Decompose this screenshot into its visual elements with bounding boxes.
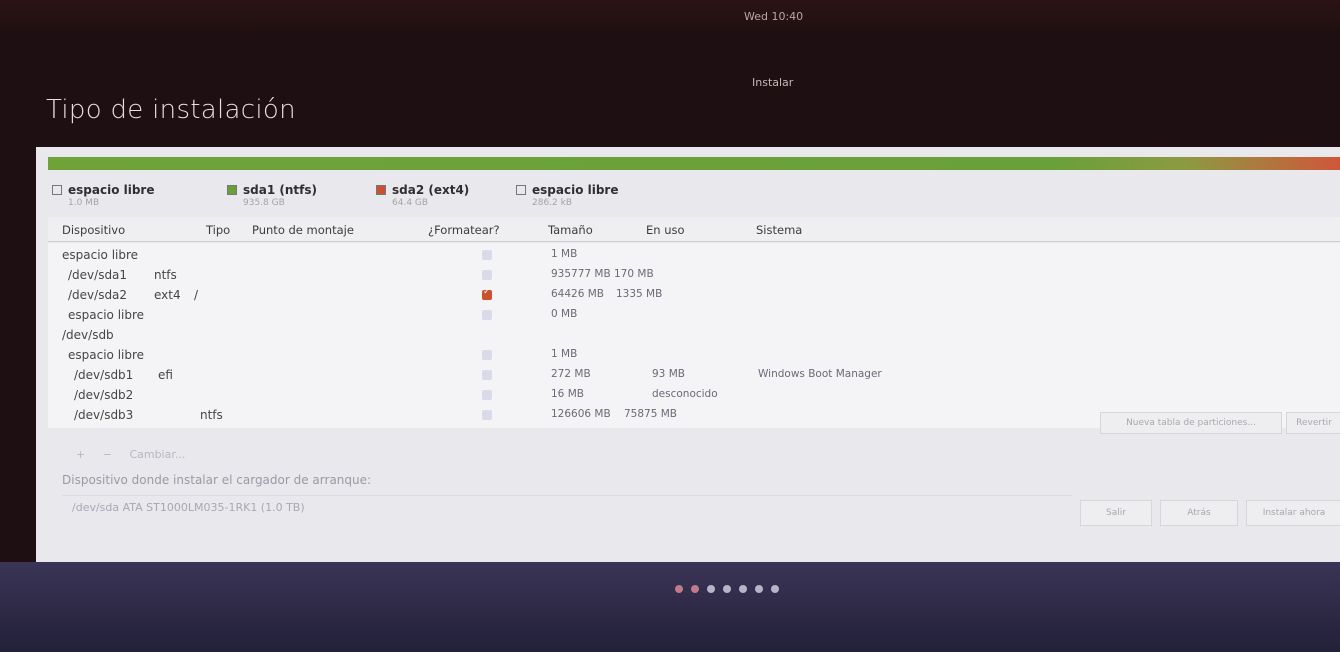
cell-device: /dev/sdb1 — [74, 368, 134, 382]
legend-swatch — [516, 185, 526, 195]
cell-device: /dev/sda1 — [68, 268, 128, 282]
cell-used: 1335 MB — [616, 288, 663, 300]
partition-actions: + − Cambiar... — [76, 448, 199, 461]
cell-device: espacio libre — [62, 248, 139, 262]
revert-button[interactable]: Revertir — [1286, 412, 1340, 434]
legend-name: sda2 (ext4) — [392, 183, 470, 197]
table-row[interactable]: espacio libre 0 MB — [48, 305, 1340, 325]
legend-size: 935.8 GB — [243, 198, 285, 208]
window-title: Instalar — [752, 76, 794, 89]
table-row[interactable]: /dev/sda1 ntfs 935777 MB 170 MB — [48, 265, 1340, 285]
quit-button[interactable]: Salir — [1080, 500, 1152, 526]
clock[interactable]: Wed 10:40 — [744, 10, 803, 23]
top-bar: Wed 10:40 — [0, 0, 1340, 30]
cell-size: 126606 MB — [551, 408, 611, 420]
cell-size: 1 MB — [551, 248, 578, 260]
legend-swatch — [227, 185, 237, 195]
cell-type: ext4 — [154, 288, 181, 302]
table-row[interactable]: /dev/sdb — [48, 325, 1340, 345]
format-checkbox[interactable] — [482, 410, 492, 420]
table-row[interactable]: /dev/sdb2 16 MB desconocido — [48, 385, 1340, 405]
table-row[interactable]: /dev/sda2 ext4 / 64426 MB 1335 MB — [48, 285, 1340, 305]
legend-name: espacio libre — [532, 183, 619, 197]
progress-dot — [707, 585, 715, 593]
cell-used: 75875 MB — [624, 408, 678, 420]
cell-size: 272 MB — [551, 368, 591, 380]
cell-size: 64426 MB — [551, 288, 605, 300]
legend-size: 286.2 kB — [532, 198, 573, 208]
legend-swatch — [376, 185, 386, 195]
new-partition-table-button[interactable]: Nueva tabla de particiones... — [1100, 412, 1282, 434]
installer-panel: espacio libre 1.0 MB sda1 (ntfs) 935.8 G… — [36, 147, 1340, 585]
cell-type: efi — [158, 368, 173, 382]
cell-device: /dev/sdb2 — [74, 388, 134, 402]
cell-device: /dev/sdb3 — [74, 408, 134, 422]
header-system[interactable]: Sistema — [756, 223, 802, 237]
progress-dot — [691, 585, 699, 593]
format-checkbox[interactable] — [482, 310, 492, 320]
cell-used: desconocido — [652, 388, 718, 400]
progress-dot — [771, 585, 779, 593]
partition-bar — [48, 157, 1340, 170]
header-size[interactable]: Tamaño — [548, 223, 593, 237]
install-now-button[interactable]: Instalar ahora — [1246, 500, 1340, 526]
format-checkbox[interactable] — [482, 390, 492, 400]
progress-dot — [723, 585, 731, 593]
cell-device: /dev/sda2 — [68, 288, 128, 302]
format-checkbox[interactable] — [482, 370, 492, 380]
back-button[interactable]: Atrás — [1160, 500, 1238, 526]
cell-type: ntfs — [154, 268, 177, 282]
legend-size: 1.0 MB — [68, 198, 100, 208]
cell-system: Windows Boot Manager — [758, 368, 882, 380]
bootloader-label: Dispositivo donde instalar el cargador d… — [62, 473, 372, 487]
format-checkbox[interactable] — [482, 270, 492, 280]
table-header: Dispositivo Tipo Punto de montaje ¿Forma… — [48, 217, 1340, 242]
cell-mount: / — [194, 288, 199, 302]
remove-partition-button[interactable]: − — [103, 448, 112, 461]
legend-name: sda1 (ntfs) — [243, 183, 317, 197]
cell-device: espacio libre — [68, 348, 145, 362]
header-used[interactable]: En uso — [646, 223, 685, 237]
header-device[interactable]: Dispositivo — [62, 223, 125, 237]
table-row[interactable]: espacio libre 1 MB — [48, 345, 1340, 365]
cell-size: 16 MB — [551, 388, 584, 400]
header-type[interactable]: Tipo — [206, 223, 230, 237]
cell-device: /dev/sdb — [62, 328, 114, 342]
cell-type: ntfs — [200, 408, 223, 422]
legend-swatch — [52, 185, 62, 195]
header-mount[interactable]: Punto de montaje — [252, 223, 354, 237]
cell-used: 170 MB — [614, 268, 654, 280]
cell-used: 93 MB — [652, 368, 685, 380]
progress-dot — [739, 585, 747, 593]
bootloader-device-select[interactable]: /dev/sda ATA ST1000LM035-1RK1 (1.0 TB) — [62, 495, 1072, 520]
change-partition-button[interactable]: Cambiar... — [129, 448, 185, 461]
legend-name: espacio libre — [68, 183, 155, 197]
header-format[interactable]: ¿Formatear? — [428, 223, 500, 237]
page-title: Tipo de instalación — [46, 95, 296, 125]
cell-size: 0 MB — [551, 308, 578, 320]
add-partition-button[interactable]: + — [76, 448, 85, 461]
progress-dot — [675, 585, 683, 593]
format-checkbox-checked[interactable] — [482, 287, 492, 300]
cell-size: 1 MB — [551, 348, 578, 360]
legend-size: 64.4 GB — [392, 198, 429, 208]
cell-device: espacio libre — [68, 308, 145, 322]
table-row[interactable]: /dev/sdb1 efi 272 MB 93 MB Windows Boot … — [48, 365, 1340, 385]
format-checkbox[interactable] — [482, 250, 492, 260]
footer-bar — [0, 562, 1340, 652]
table-body: espacio libre 1 MB /dev/sda1 ntfs 935777… — [48, 243, 1340, 428]
progress-dot — [755, 585, 763, 593]
format-checkbox[interactable] — [482, 350, 492, 360]
cell-size: 935777 MB — [551, 268, 611, 280]
table-row[interactable]: espacio libre 1 MB — [48, 245, 1340, 265]
